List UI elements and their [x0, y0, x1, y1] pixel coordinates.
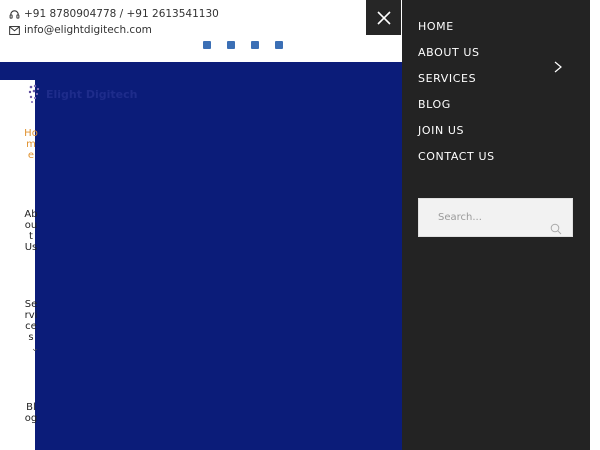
- envelope-icon: [8, 24, 20, 36]
- search-box: [418, 198, 573, 237]
- drawer-edge: [590, 0, 600, 450]
- search-icon[interactable]: [550, 223, 562, 235]
- twitter-icon[interactable]: [275, 41, 283, 49]
- drawer-menu-about[interactable]: ABOUT US: [418, 46, 480, 59]
- drawer-menu-contact[interactable]: CONTACT US: [418, 150, 495, 163]
- chevron-right-icon[interactable]: [552, 60, 564, 74]
- nav-item-services[interactable]: Services: [24, 299, 38, 343]
- phone-text[interactable]: +91 8780904778 / +91 2613541130: [24, 8, 219, 20]
- drawer-menu-services[interactable]: SERVICES: [418, 72, 476, 85]
- close-drawer-button[interactable]: [366, 0, 401, 35]
- linkedin-icon[interactable]: [251, 41, 259, 49]
- hero-band: [0, 62, 402, 80]
- email-text[interactable]: info@elightdigitech.com: [24, 24, 152, 36]
- nav-item-home[interactable]: Home: [24, 128, 38, 161]
- drawer-menu-home[interactable]: HOME: [418, 20, 454, 33]
- logo-text: Elight Digitech: [46, 87, 138, 101]
- site-logo[interactable]: Elight Digitech: [26, 83, 137, 105]
- nav-item-about[interactable]: About Us: [24, 209, 38, 253]
- hero-area: [35, 80, 402, 450]
- drawer-menu-blog[interactable]: BLOG: [418, 98, 451, 111]
- side-drawer: HOME ABOUT US SERVICES BLOG JOIN US CONT…: [402, 0, 590, 450]
- headset-icon: [8, 8, 20, 20]
- top-contact-bar: +91 8780904778 / +91 2613541130 info@eli…: [0, 0, 366, 62]
- nav-item-blog[interactable]: Blog: [24, 402, 38, 424]
- drawer-menu-join[interactable]: JOIN US: [418, 124, 464, 137]
- social-links: [203, 41, 283, 49]
- close-icon: [376, 10, 391, 25]
- logo-mark-icon: [28, 84, 40, 103]
- email-contact[interactable]: info@elightdigitech.com: [8, 24, 152, 36]
- facebook-icon[interactable]: [203, 41, 211, 49]
- instagram-icon[interactable]: [227, 41, 235, 49]
- phone-contact[interactable]: +91 8780904778 / +91 2613541130: [8, 8, 219, 20]
- chevron-down-icon[interactable]: ⌄: [31, 344, 39, 354]
